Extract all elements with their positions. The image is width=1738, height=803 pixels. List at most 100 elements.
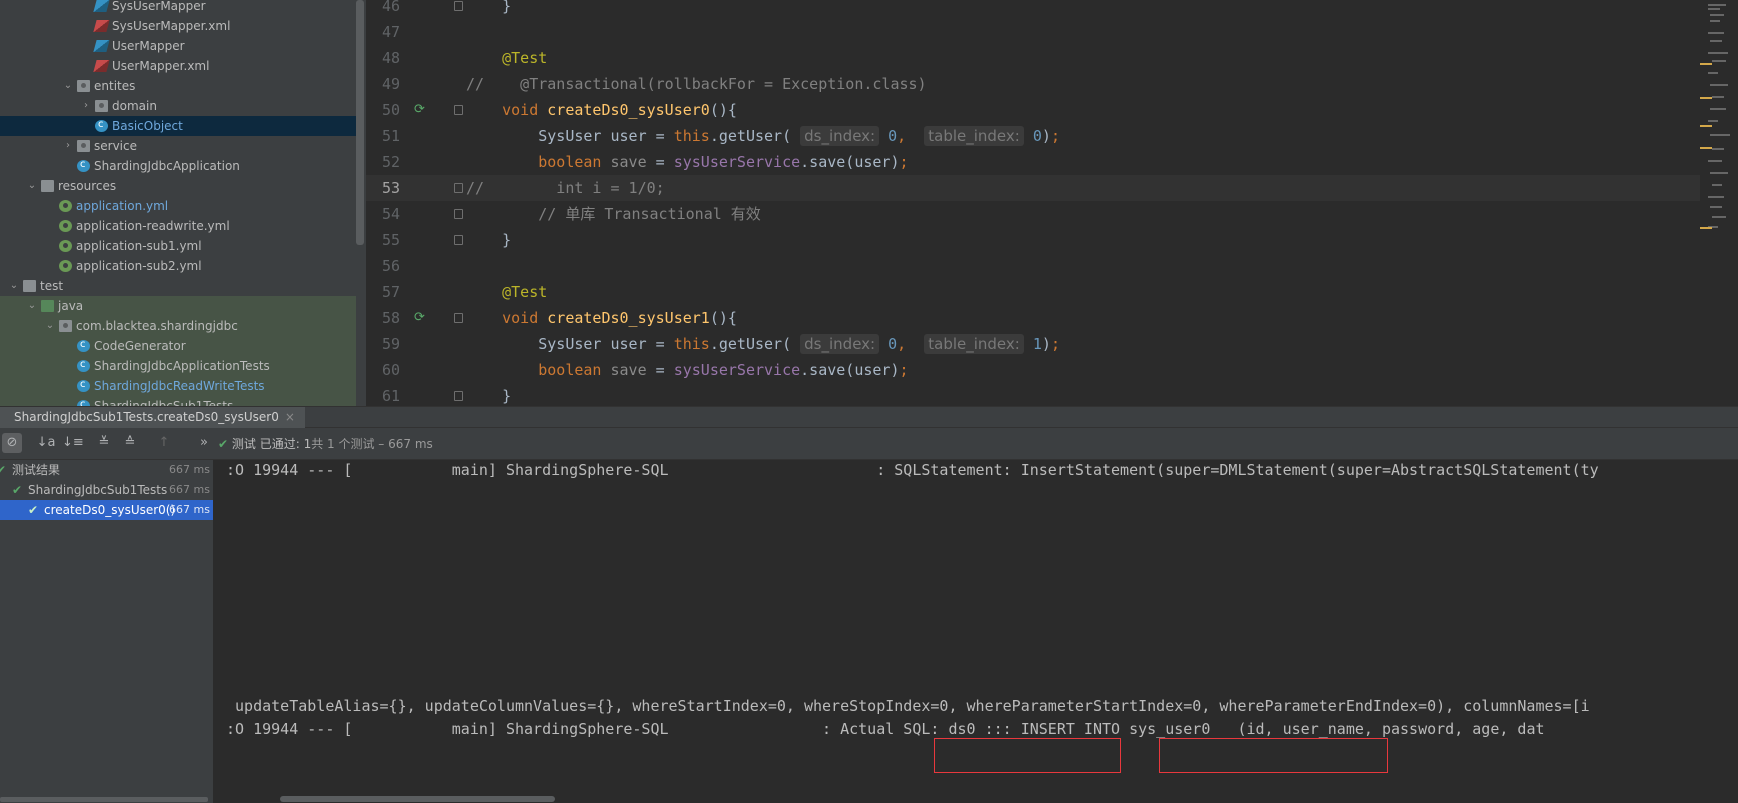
project-tree-label: ShardingJdbcApplicationTests <box>94 359 270 373</box>
minimap-line <box>1708 8 1720 10</box>
chevron-down-icon[interactable]: ⌄ <box>62 76 74 96</box>
more-actions-icon[interactable]: » <box>194 433 214 453</box>
project-tree-item[interactable]: ⌄ entites <box>0 76 356 96</box>
project-tree-item[interactable]: SysUserMapper <box>0 0 356 16</box>
editor-minimap[interactable] <box>1700 0 1738 406</box>
minimap-warning-marker[interactable] <box>1700 147 1712 149</box>
fold-marker-icon[interactable] <box>454 209 463 219</box>
line-number: 56 <box>381 257 400 275</box>
line-number: 50 <box>381 101 400 119</box>
project-tree-item[interactable]: ShardingJdbcApplicationTests <box>0 355 356 376</box>
code-text: } <box>502 387 512 405</box>
yml-icon <box>59 260 72 272</box>
sort-alphabetically-icon[interactable]: ↓a <box>36 433 56 453</box>
fold-marker-icon[interactable] <box>454 105 463 115</box>
project-tree-label: UserMapper <box>112 39 185 53</box>
minimap-warning-marker[interactable] <box>1700 97 1712 99</box>
mapper-blue-icon <box>93 40 110 52</box>
project-tree-item[interactable]: ⌄ resources <box>0 176 356 196</box>
highlight-box-insert-into <box>1159 738 1388 773</box>
code-line[interactable]: 48 @Test <box>366 45 1738 71</box>
line-number: 58 <box>381 309 400 327</box>
code-line[interactable]: 53 // int i = 1/0; <box>366 175 1738 201</box>
code-editor[interactable]: 46 } 47 48 @Test 49 // @Transactional(rollba… <box>366 0 1738 406</box>
code-line[interactable]: 51 SysUser user = this.getUser( ds_index… <box>366 123 1738 149</box>
code-line[interactable]: 60 boolean save = sysUserService.save(us… <box>366 357 1738 383</box>
code-line[interactable]: 55 } <box>366 227 1738 253</box>
fold-marker-icon[interactable] <box>454 313 463 323</box>
fold-marker-icon[interactable] <box>454 183 463 193</box>
fold-marker-icon[interactable] <box>454 1 463 11</box>
close-icon[interactable]: × <box>285 410 295 424</box>
project-tree-item[interactable]: ShardingJdbcApplication <box>0 155 356 176</box>
line-number: 53 <box>381 179 400 197</box>
minimap-warning-marker[interactable] <box>1700 63 1712 65</box>
minimap-line <box>1708 52 1728 54</box>
test-result-row[interactable]: ✔ 测试结果 667 ms <box>0 460 213 480</box>
test-result-row[interactable]: ✔ createDs0_sysUser0() 667 ms <box>0 500 213 520</box>
minimap-warning-marker[interactable] <box>1700 125 1712 127</box>
yml-icon <box>59 240 72 252</box>
line-number: 55 <box>381 231 400 249</box>
collapse-all-icon[interactable]: ≙ <box>120 433 140 453</box>
project-tree-item[interactable]: ⌄ java <box>0 296 356 316</box>
test-duration: 667 ms <box>169 463 210 476</box>
code-line[interactable]: 54 // 单库 Transactional 有效 <box>366 201 1738 227</box>
project-tree-label: application-sub1.yml <box>76 239 202 253</box>
project-tree-item[interactable]: ⌄ com.blacktea.shardingjdbc <box>0 316 356 336</box>
code-line[interactable]: 49 // @Transactional(rollbackFor = Except… <box>366 71 1738 97</box>
project-tree-item[interactable]: › domain <box>0 96 356 116</box>
previous-failed-test-icon[interactable]: ↑ <box>154 433 174 453</box>
chevron-down-icon[interactable]: ⌄ <box>26 176 38 196</box>
project-tree-item[interactable]: ShardingJdbcReadWriteTests <box>0 375 356 396</box>
sort-by-duration-icon[interactable]: ↓≡ <box>62 433 84 453</box>
project-tree-item[interactable]: UserMapper.xml <box>0 56 356 76</box>
project-tree-item[interactable]: ShardingJdbcSub1Tests <box>0 395 356 406</box>
console-scrollbar[interactable] <box>280 796 555 802</box>
run-config-tab[interactable]: ShardingJdbcSub1Tests.createDs0_sysUser0… <box>0 407 305 428</box>
code-line[interactable]: 50 ⟳ void createDs0_sysUser0(){ <box>366 97 1738 123</box>
run-test-icon[interactable]: ⟳ <box>414 311 430 325</box>
code-line[interactable]: 46 } <box>366 0 1738 19</box>
chevron-down-icon[interactable]: ⌄ <box>44 316 56 336</box>
fold-marker-icon[interactable] <box>454 235 463 245</box>
project-tree-item[interactable]: application-sub2.yml <box>0 256 356 276</box>
chevron-down-icon[interactable]: ⌄ <box>8 276 20 296</box>
yml-icon <box>59 200 72 212</box>
project-tree-item[interactable]: › service <box>0 136 356 156</box>
project-tree-item[interactable]: application-sub1.yml <box>0 236 356 256</box>
code-line[interactable]: 57 @Test <box>366 279 1738 305</box>
project-tree-item[interactable]: application-readwrite.yml <box>0 216 356 236</box>
test-tree-scrollbar[interactable] <box>0 797 208 802</box>
project-tree-item[interactable]: UserMapper <box>0 36 356 56</box>
show-passed-toggle-icon[interactable]: ⊘ <box>2 433 22 453</box>
code-line[interactable]: 56 <box>366 253 1738 279</box>
minimap-warning-marker[interactable] <box>1700 227 1712 229</box>
code-text: SysUser user = this.getUser( ds_index: 0… <box>538 126 1060 146</box>
run-test-icon[interactable]: ⟳ <box>414 103 430 117</box>
project-tree-item[interactable]: application.yml <box>0 196 356 216</box>
project-tree-item[interactable]: CodeGenerator <box>0 335 356 356</box>
chevron-right-icon[interactable]: › <box>62 136 74 156</box>
project-tree-scrollbar[interactable] <box>356 0 364 245</box>
mapper-red-icon <box>93 20 110 32</box>
fold-marker-icon[interactable] <box>454 391 463 401</box>
expand-all-icon[interactable]: ≚ <box>94 433 114 453</box>
minimap-line <box>1708 4 1726 6</box>
console-output[interactable]: :O 19944 --- [ main] ShardingSphere-SQL … <box>214 460 1738 803</box>
project-tree-item[interactable]: SysUserMapper.xml <box>0 16 356 36</box>
code-line[interactable]: 58 ⟳ void createDs0_sysUser1(){ <box>366 305 1738 331</box>
project-tree-item[interactable]: ⌄ test <box>0 276 356 296</box>
check-icon: ✔ <box>12 483 23 497</box>
line-number: 46 <box>381 0 400 15</box>
code-line[interactable]: 59 SysUser user = this.getUser( ds_index… <box>366 331 1738 357</box>
chevron-right-icon[interactable]: › <box>80 96 92 116</box>
project-tree-item[interactable]: BasicObject <box>0 115 356 136</box>
code-line[interactable]: 61 } <box>366 383 1738 406</box>
code-line[interactable]: 52 boolean save = sysUserService.save(us… <box>366 149 1738 175</box>
minimap-line <box>1712 184 1722 186</box>
code-line[interactable]: 47 <box>366 19 1738 45</box>
test-result-row[interactable]: ⌄✔ShardingJdbcSub1Tests667 ms <box>0 480 213 500</box>
chevron-down-icon[interactable]: ⌄ <box>26 296 38 316</box>
code-text: @Test <box>502 283 548 301</box>
